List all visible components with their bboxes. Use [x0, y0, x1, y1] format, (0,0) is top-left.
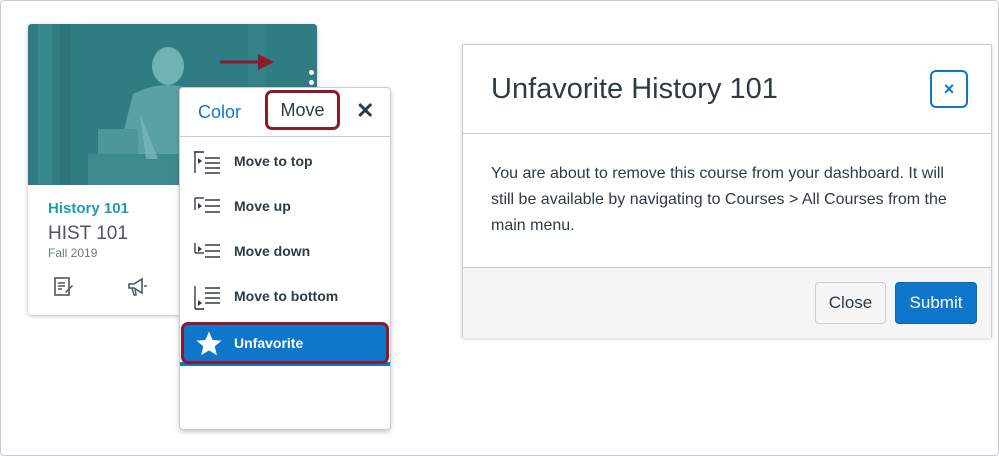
tab-move[interactable]: Move	[265, 90, 340, 130]
dialog-close-icon[interactable]: ×	[930, 70, 968, 108]
close-button[interactable]: Close	[815, 282, 886, 324]
submit-button[interactable]: Submit	[895, 282, 977, 324]
announcements-icon[interactable]	[126, 276, 148, 298]
star-icon	[196, 331, 222, 356]
menu-item-label: Move to top	[234, 153, 313, 169]
menu-item-label: Move up	[234, 198, 291, 214]
move-up-icon	[194, 197, 220, 213]
card-options-menu: Color Move ✕ Move to top Move up Move do…	[179, 87, 391, 430]
move-to-bottom-icon	[194, 286, 220, 310]
menu-tabs: Color Move ✕	[180, 88, 390, 137]
assignments-icon[interactable]	[52, 276, 74, 298]
course-code: HIST 101	[48, 223, 128, 244]
menu-item-move-to-bottom[interactable]: Move to bottom	[180, 275, 390, 320]
dialog-header: Unfavorite History 101 ×	[463, 45, 991, 134]
course-term: Fall 2019	[48, 246, 98, 260]
move-to-top-icon	[194, 151, 220, 174]
dialog-title: Unfavorite History 101	[491, 73, 778, 105]
unfavorite-dialog: Unfavorite History 101 × You are about t…	[462, 44, 992, 338]
menu-item-move-up[interactable]: Move up	[180, 185, 390, 230]
menu-item-move-to-top[interactable]: Move to top	[180, 140, 390, 185]
dialog-message: You are about to remove this course from…	[491, 165, 947, 234]
menu-item-move-down[interactable]: Move down	[180, 230, 390, 275]
callout-arrow-icon	[220, 54, 274, 70]
menu-item-label: Unfavorite	[234, 335, 304, 351]
move-down-icon	[194, 243, 220, 258]
menu-close-icon[interactable]: ✕	[356, 98, 374, 124]
dialog-footer: Close Submit	[463, 267, 991, 338]
course-title-link[interactable]: History 101	[48, 200, 129, 217]
menu-item-label: Move to bottom	[234, 288, 339, 304]
tab-color[interactable]: Color	[198, 102, 241, 123]
menu-item-label: Move down	[234, 243, 311, 259]
menu-item-unfavorite[interactable]: Unfavorite	[181, 322, 389, 364]
